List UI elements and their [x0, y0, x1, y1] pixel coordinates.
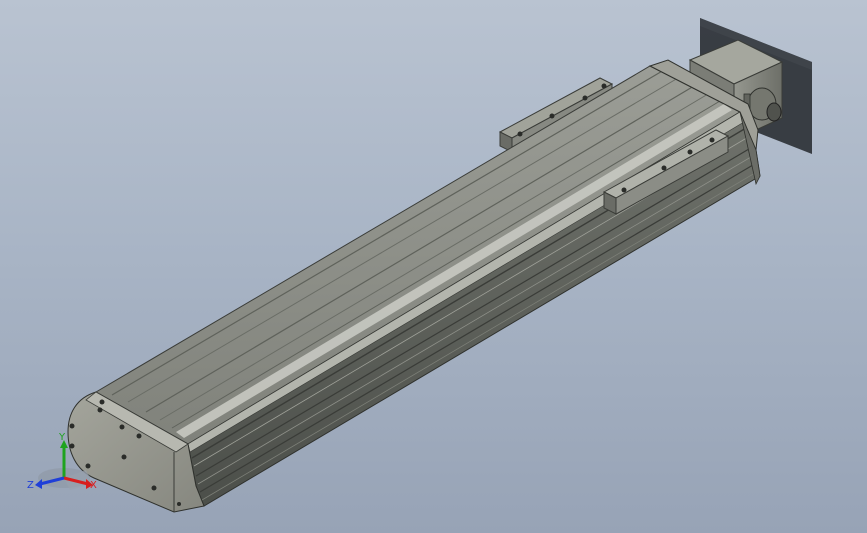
linear-actuator-body[interactable]: [67, 59, 761, 513]
cap-bolt: [119, 424, 125, 430]
cap-bolt: [85, 463, 91, 469]
cad-viewport[interactable]: Y X Z: [0, 0, 867, 533]
z-axis-label: Z: [27, 480, 34, 491]
motor-shaft: [766, 102, 782, 122]
cap-bolt: [69, 443, 75, 449]
cap-bolt: [69, 423, 75, 429]
y-axis-label: Y: [58, 432, 66, 443]
cap-bolt: [99, 399, 105, 405]
cap-bolt: [136, 433, 142, 439]
x-axis-label: X: [90, 480, 97, 491]
cad-scene[interactable]: Y X Z: [0, 0, 867, 533]
cap-bolt: [121, 454, 127, 460]
cap-bolt: [97, 407, 103, 413]
top-highlight-strip: [176, 104, 732, 438]
cap-bolt: [177, 502, 181, 506]
top-face: [94, 65, 742, 445]
cap-bolt: [151, 485, 157, 491]
